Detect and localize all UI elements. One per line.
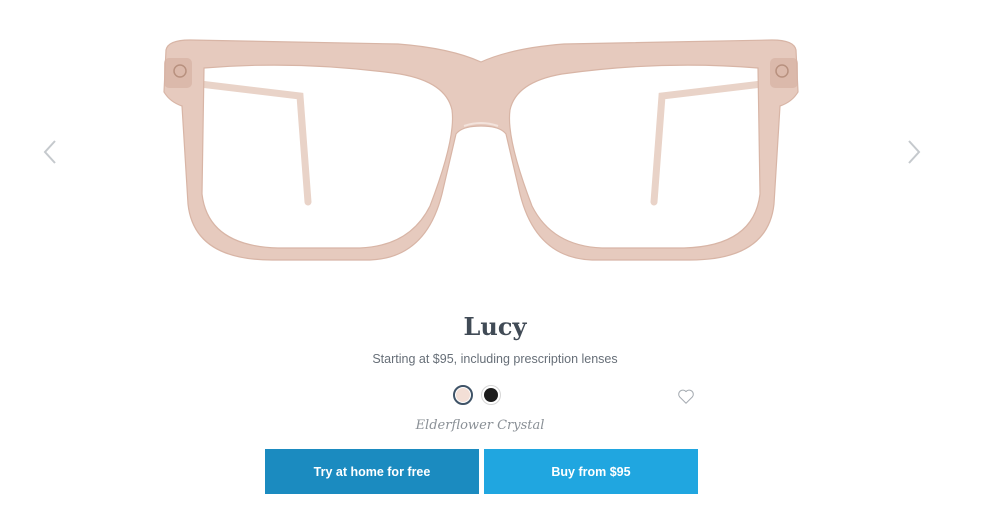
swatch-elderflower-crystal[interactable] xyxy=(453,385,473,405)
eyeglasses-image xyxy=(163,39,799,261)
swatch-color-dot xyxy=(484,388,498,402)
swatch-black[interactable] xyxy=(481,385,501,405)
try-at-home-button[interactable]: Try at home for free xyxy=(265,449,479,494)
heart-icon xyxy=(678,389,694,404)
favorite-button[interactable] xyxy=(677,388,695,405)
buy-button[interactable]: Buy from $95 xyxy=(484,449,698,494)
selected-color-name: Elderflower Crystal xyxy=(415,418,545,433)
chevron-left-icon xyxy=(43,140,56,164)
product-name: Lucy xyxy=(463,312,527,341)
chevron-right-icon xyxy=(908,140,921,164)
swatch-color-dot xyxy=(456,388,470,402)
product-price: Starting at $95, including prescription … xyxy=(372,352,618,366)
previous-image-button[interactable] xyxy=(38,137,62,167)
next-image-button[interactable] xyxy=(902,137,926,167)
color-swatches xyxy=(453,385,501,405)
